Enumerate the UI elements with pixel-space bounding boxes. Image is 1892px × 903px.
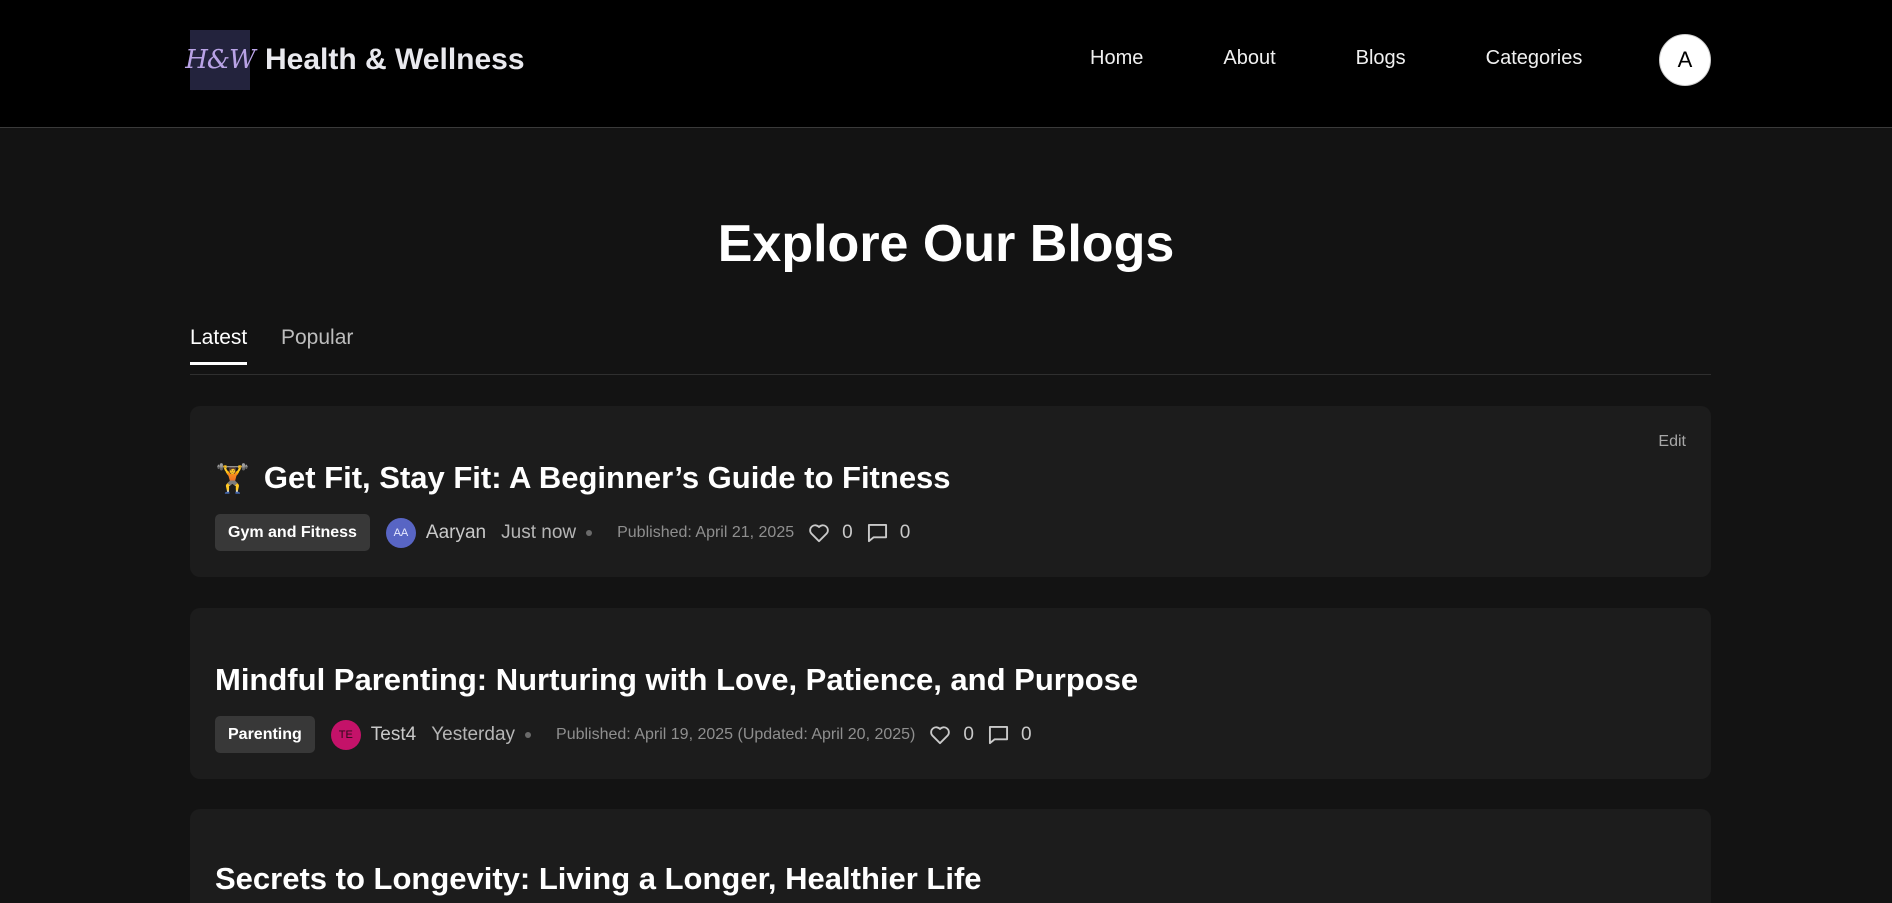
post-title-text: Mindful Parenting: Nurturing with Love, …: [215, 662, 1139, 697]
author-avatar[interactable]: AA: [385, 517, 416, 548]
post-time: Yesterday: [431, 723, 516, 745]
user-avatar-button[interactable]: A: [1659, 34, 1711, 86]
comment-icon: [867, 523, 887, 542]
navbar: H&W Health & Wellness Home About Blogs C…: [0, 0, 1892, 128]
post-time: Just now: [501, 521, 577, 543]
comment-count: 0: [1020, 723, 1032, 745]
post-card[interactable]: Mindful Parenting: Nurturing with Love, …: [190, 608, 1711, 779]
post-card[interactable]: Secrets to Longevity: Living a Longer, H…: [190, 809, 1711, 903]
brand[interactable]: H&W Health & Wellness: [185, 30, 525, 90]
nav-links: Home About Blogs Categories: [1090, 47, 1582, 70]
separator-dot: [586, 529, 593, 536]
page-title: Explore Our Blogs: [717, 215, 1175, 273]
category-badge[interactable]: Parenting: [215, 716, 315, 753]
category-badge[interactable]: Gym and Fitness: [215, 514, 370, 551]
post-title[interactable]: 🏋️ Get Fit, Stay Fit: A Beginner’s Guide…: [215, 460, 951, 496]
comment-icon: [988, 725, 1008, 744]
separator-dot: [525, 731, 532, 738]
like-count: 0: [842, 521, 853, 543]
heart-icon: [809, 523, 829, 542]
comment-button[interactable]: [867, 523, 888, 543]
author-name[interactable]: Aaryan: [426, 522, 486, 544]
nav-about-link[interactable]: About: [1223, 47, 1275, 70]
tab-bar: Latest Popular: [190, 326, 1711, 375]
comment-button[interactable]: [988, 725, 1009, 745]
nav-categories-link[interactable]: Categories: [1486, 47, 1583, 70]
weightlifter-emoji: 🏋️: [215, 462, 250, 494]
post-meta: Parenting TE Test4 Yesterday Published: …: [215, 716, 1032, 753]
post-meta: Gym and Fitness AA Aaryan Just now Publi…: [215, 514, 910, 551]
like-count: 0: [963, 723, 974, 745]
tab-popular[interactable]: Popular: [281, 326, 353, 362]
post-title-text: Secrets to Longevity: Living a Longer, H…: [215, 861, 982, 896]
like-button[interactable]: [929, 725, 951, 745]
logo: H&W: [185, 30, 256, 90]
author-avatar[interactable]: TE: [330, 719, 361, 750]
brand-title: Health & Wellness: [265, 43, 525, 76]
post-title[interactable]: Secrets to Longevity: Living a Longer, H…: [215, 861, 982, 897]
publish-date: Published: April 21, 2025: [617, 523, 795, 541]
publish-date: Published: April 19, 2025 (Updated: Apri…: [556, 725, 916, 743]
nav-blogs-link[interactable]: Blogs: [1356, 47, 1406, 70]
tab-latest[interactable]: Latest: [190, 326, 248, 365]
post-title[interactable]: Mindful Parenting: Nurturing with Love, …: [215, 662, 1138, 698]
post-title-text: Get Fit, Stay Fit: A Beginner’s Guide to…: [263, 460, 951, 495]
nav-home-link[interactable]: Home: [1090, 47, 1143, 70]
post-card[interactable]: Edit 🏋️ Get Fit, Stay Fit: A Beginner’s …: [190, 406, 1711, 577]
edit-button[interactable]: Edit: [1658, 433, 1686, 451]
heart-icon: [930, 725, 951, 744]
like-button[interactable]: [808, 523, 830, 543]
comment-count: 0: [899, 521, 911, 543]
author-name[interactable]: Test4: [371, 724, 416, 746]
